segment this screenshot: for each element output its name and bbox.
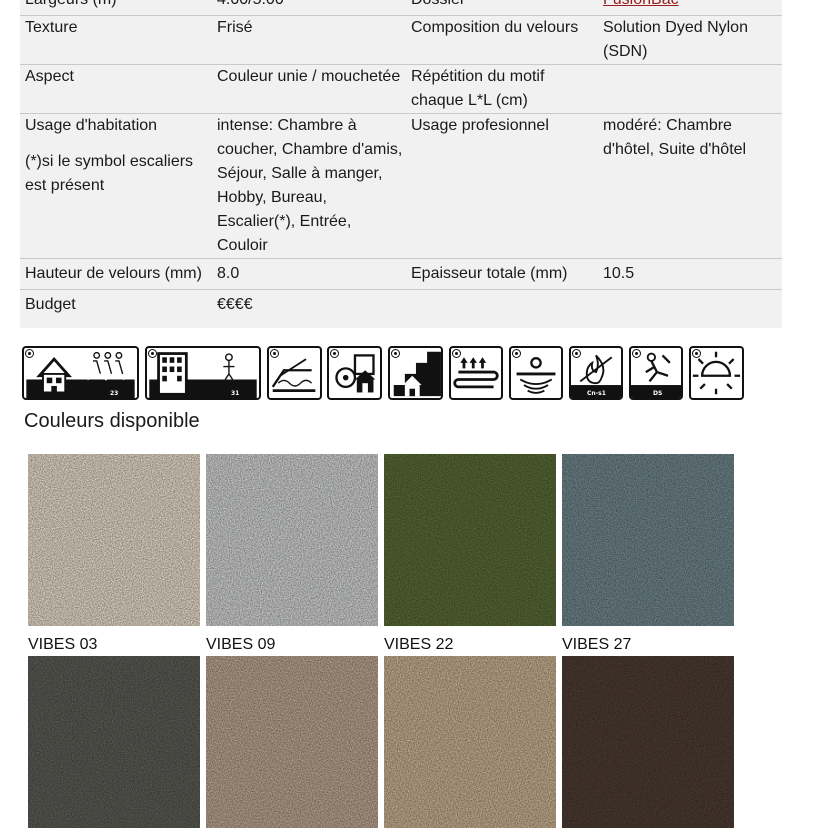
spec-row-width: Largeurs (m) 4.00/5.00 Dossier FusionBac [20, 0, 782, 16]
color-swatch[interactable] [384, 454, 556, 626]
spec-label: Texture [20, 15, 212, 65]
spec-row-aspect: Aspect Couleur unie / mouchetée Répétiti… [20, 64, 782, 114]
spec-label: Dossier [406, 0, 598, 16]
color-swatch-label: VIBES 27 [562, 636, 632, 653]
color-swatch[interactable] [206, 454, 378, 626]
spec-label: Aspect [20, 64, 212, 114]
floor-heating-pipes-icon [449, 346, 503, 400]
icon-caption: DS [653, 390, 663, 397]
acoustic-icon [509, 346, 563, 400]
spec-value: 10.5 [598, 258, 782, 290]
spec-value: intense: Chambre à coucher, Chambre d'am… [212, 113, 406, 259]
spec-row-texture: Texture Frisé Composition du velours Sol… [20, 15, 782, 65]
lightfastness-sun-icon [689, 346, 744, 400]
color-swatch-label: VIBES 03 [28, 636, 98, 653]
chair-castor-icon [327, 346, 382, 400]
spec-label: Usage profesionnel [406, 113, 598, 259]
slip-resistance-icon: DS [629, 346, 683, 400]
commercial-building-icon: 31 [145, 346, 261, 400]
spec-note: (*)si le symbol escaliers est présent [25, 153, 194, 194]
fire-rating-icon: Cn-s1 [569, 346, 623, 400]
color-swatch[interactable] [206, 656, 378, 828]
color-swatch-label: VIBES 09 [206, 636, 276, 653]
icon-caption: Cn-s1 [587, 390, 606, 397]
color-swatch[interactable] [562, 454, 734, 626]
spec-value: 4.00/5.00 [212, 0, 406, 16]
spec-value: Solution Dyed Nylon (SDN) [598, 15, 782, 65]
stairs-icon [388, 346, 443, 400]
spec-label: Composition du velours [406, 15, 598, 65]
product-specs-table: Largeurs (m) 4.00/5.00 Dossier FusionBac… [20, 0, 782, 328]
residential-house-icon: 23 [22, 346, 139, 400]
icon-caption: 31 [231, 390, 240, 397]
spec-row-height: Hauteur de velours (mm) 8.0 Epaisseur to… [20, 258, 782, 290]
icon-caption: 23 [110, 390, 119, 397]
spec-value: €€€€ [217, 296, 253, 313]
spec-value: modéré: Chambre d'hôtel, Suite d'hôtel [598, 113, 782, 259]
available-colors-heading: Couleurs disponible [24, 410, 200, 432]
spec-label: Usage d'habitation [25, 117, 158, 134]
spec-value: 8.0 [212, 258, 406, 290]
spec-label [406, 290, 598, 318]
spec-value [598, 290, 782, 318]
color-swatch-label: VIBES 22 [384, 636, 454, 653]
color-swatch[interactable] [384, 656, 556, 828]
spec-row-usage: Usage d'habitation (*)si le symbol escal… [20, 113, 782, 259]
spec-value: Couleur unie / mouchetée [212, 64, 406, 114]
underfloor-heating-icon [267, 346, 322, 400]
color-swatch[interactable] [28, 656, 200, 828]
color-swatch[interactable] [562, 656, 734, 828]
spec-label: Budget [25, 296, 76, 313]
spec-row-budget: Budget €€€€ [20, 290, 782, 318]
spec-label: Epaisseur totale (mm) [406, 258, 598, 290]
spec-value: Frisé [212, 15, 406, 65]
spec-value [598, 64, 782, 114]
spec-label: Largeurs (m) [20, 0, 212, 16]
spec-label: Hauteur de velours (mm) [20, 258, 212, 290]
color-swatch[interactable] [28, 454, 200, 626]
backing-link[interactable]: FusionBac [603, 0, 679, 8]
spec-label: Répétition du motif chaque L*L (cm) [406, 64, 598, 114]
